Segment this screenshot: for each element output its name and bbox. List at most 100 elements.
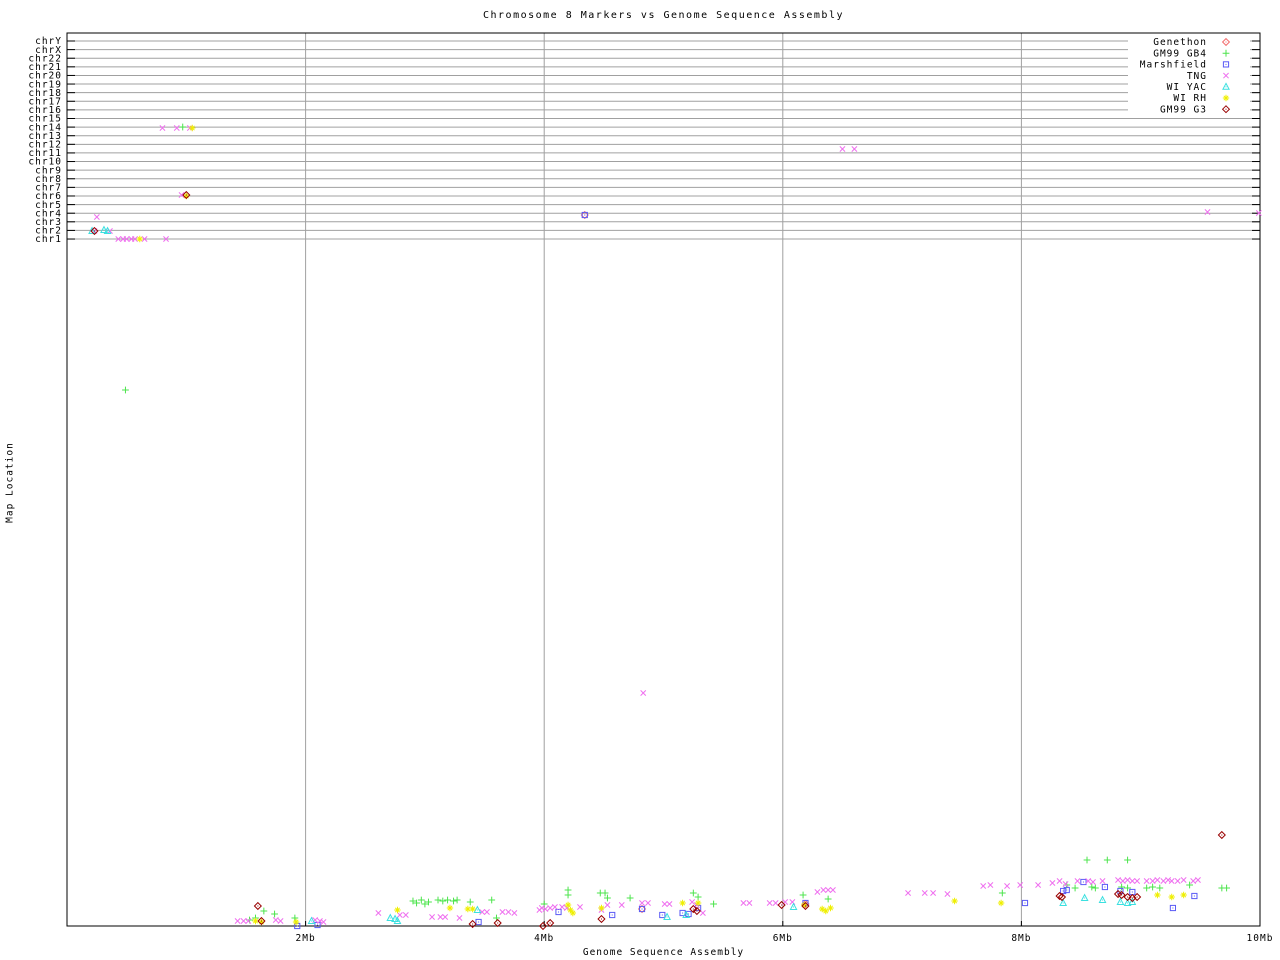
marker-dot <box>257 905 259 907</box>
marker-dot <box>804 905 806 907</box>
marker-path <box>93 214 100 220</box>
marker-dot <box>584 214 586 216</box>
legend-label: WI RH <box>1173 93 1207 104</box>
data-point <box>540 900 548 908</box>
marker-path <box>1149 878 1156 884</box>
marker-path <box>159 125 166 131</box>
marker-path <box>618 902 625 908</box>
data-point <box>825 887 832 893</box>
marker-path <box>453 896 461 904</box>
marker-path <box>689 899 696 905</box>
marker-path <box>1129 878 1136 884</box>
marker-dot <box>1127 896 1129 898</box>
marker-dot <box>1119 890 1121 892</box>
marker-dot <box>1082 881 1084 883</box>
data-point <box>564 891 572 899</box>
data-point <box>1071 884 1079 892</box>
marker-dot <box>1221 834 1223 836</box>
plot-border <box>66 32 1261 927</box>
marker-dot <box>1061 896 1063 898</box>
series-gm99-gb4 <box>122 123 1230 924</box>
marker-path <box>320 919 327 925</box>
data-point <box>488 896 496 904</box>
data-point <box>1056 878 1063 884</box>
marker-path <box>1180 877 1187 883</box>
data-point <box>1168 878 1175 884</box>
marker-dot <box>600 918 602 920</box>
marker-path <box>540 900 548 908</box>
data-point <box>1190 878 1197 884</box>
marker-path <box>437 914 444 920</box>
data-point <box>240 918 247 924</box>
marker-path <box>577 904 583 910</box>
marker-path <box>1115 877 1121 883</box>
data-point <box>661 901 668 907</box>
marker-path <box>1154 891 1161 899</box>
data-point <box>1119 878 1126 884</box>
marker-path <box>488 896 496 904</box>
data-point <box>1049 880 1056 886</box>
marker-path <box>604 902 611 908</box>
marker-path <box>260 907 268 915</box>
marker-path <box>639 900 645 906</box>
marker-path <box>825 887 832 893</box>
data-point <box>789 902 798 910</box>
data-point <box>1080 878 1087 886</box>
data-point <box>1180 877 1187 883</box>
data-point <box>1124 877 1131 883</box>
marker-dot <box>542 925 544 927</box>
data-point <box>1217 830 1226 840</box>
data-point <box>998 889 1006 897</box>
marker-path <box>1156 884 1164 892</box>
data-point <box>1149 878 1156 884</box>
data-point <box>1174 878 1181 884</box>
data-point <box>1129 888 1136 896</box>
data-point <box>394 906 401 914</box>
marker-path <box>536 907 543 913</box>
marker-dot <box>1225 108 1227 110</box>
x-tick-label: 10Mb <box>1247 933 1274 944</box>
marker-path <box>1074 878 1081 884</box>
data-point <box>905 890 912 896</box>
data-point <box>1118 883 1126 891</box>
data-point <box>839 146 846 152</box>
marker-path <box>1154 877 1161 883</box>
legend-label: WI YAC <box>1167 82 1207 93</box>
data-point <box>1103 856 1111 864</box>
data-point <box>466 898 474 906</box>
data-point <box>1074 878 1081 884</box>
data-point <box>1004 883 1011 889</box>
marker-path <box>645 900 651 906</box>
x-tick-label: 2Mb <box>296 933 316 944</box>
data-point <box>402 912 409 918</box>
marker-dot <box>611 914 613 916</box>
data-point <box>393 916 402 924</box>
data-point <box>645 900 651 906</box>
marker-dot <box>685 914 687 916</box>
data-point <box>1156 884 1164 892</box>
data-point <box>1115 877 1121 883</box>
marker-dot <box>260 920 262 922</box>
data-point <box>689 899 696 905</box>
marker-path <box>1165 877 1172 883</box>
legend-label: TNG <box>1187 71 1207 82</box>
data-point <box>272 917 279 923</box>
marker-path <box>839 146 846 152</box>
marker-path <box>998 889 1006 897</box>
marker-path <box>679 899 686 907</box>
data-point <box>772 900 779 906</box>
marker-dot <box>666 916 668 918</box>
data-point <box>159 125 166 131</box>
data-point <box>260 907 268 915</box>
data-point <box>766 900 773 906</box>
marker-path <box>1090 879 1096 885</box>
marker-dot <box>1062 890 1064 892</box>
marker-path <box>1049 880 1056 886</box>
series-genethon <box>580 210 810 914</box>
x-tick-label: 4Mb <box>534 933 554 944</box>
marker-dot <box>296 925 298 927</box>
marker-path <box>740 900 747 906</box>
marker-path <box>1091 884 1099 892</box>
data-point <box>1059 898 1068 906</box>
marker-dot <box>696 910 698 912</box>
